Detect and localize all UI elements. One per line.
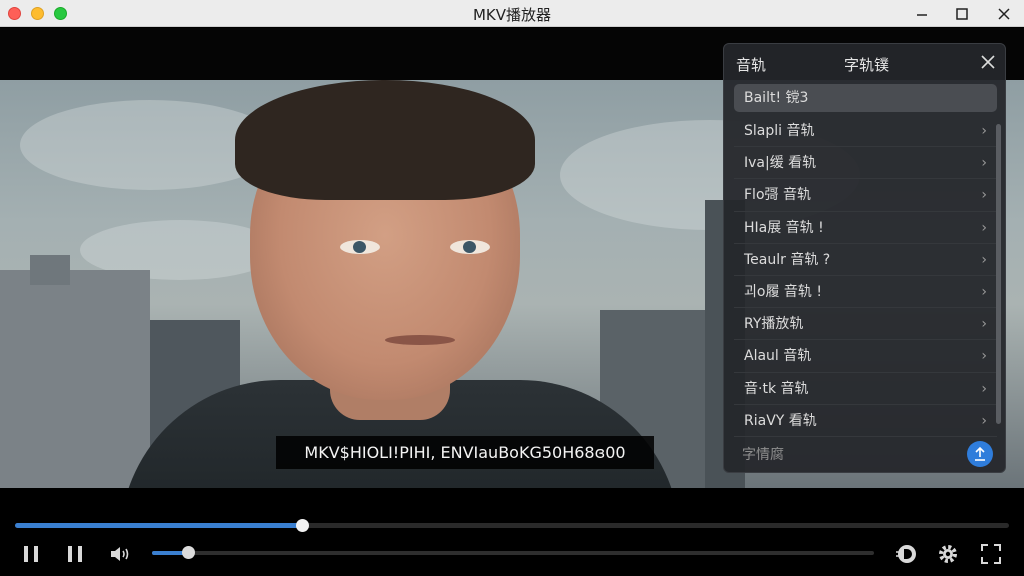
track-item[interactable]: RY播放轨 ›: [734, 308, 997, 341]
track-label: RiaVY 看轨: [744, 412, 817, 429]
track-item[interactable]: Bailt! 镋3: [734, 84, 997, 112]
player-controls: [0, 488, 1024, 576]
chevron-right-icon: ›: [981, 380, 987, 397]
track-item[interactable]: Slapli 音轨 ›: [734, 115, 997, 148]
upload-icon[interactable]: [967, 441, 993, 467]
track-item[interactable]: Alaul 音轨 ›: [734, 340, 997, 373]
chevron-right-icon: ›: [981, 412, 987, 429]
close-icon[interactable]: [994, 4, 1014, 24]
track-label: Iva|缓 看轨: [744, 155, 817, 172]
track-label: Slapli 音轨: [744, 123, 815, 139]
track-item[interactable]: RiaVY 看轨 ›: [734, 405, 997, 437]
pause-button[interactable]: [63, 542, 87, 566]
volume-handle[interactable]: [182, 546, 196, 559]
track-selection-panel: 音轨 字轨镤 Bailt! 镋3 Slapli 音轨 › Iva|缓 看轨 › Fl…: [723, 43, 1006, 473]
close-icon[interactable]: [976, 50, 1000, 74]
fullscreen-icon[interactable]: [979, 542, 1003, 566]
seek-bar[interactable]: [15, 519, 1009, 532]
track-list: Bailt! 镋3 Slapli 音轨 › Iva|缓 看轨 › Flo彁 音轨 › …: [734, 84, 997, 437]
track-label: 괴o履 音轨 !: [744, 283, 822, 300]
tab-subtitles[interactable]: 字轨镤: [844, 54, 889, 75]
tab-audio[interactable]: 音轨: [736, 54, 766, 75]
chevron-right-icon: ›: [981, 187, 987, 204]
track-label: 音·tk 音轨: [744, 380, 809, 397]
track-label: Bailt! 镋3: [744, 90, 809, 106]
window-title: MKV播放器: [472, 6, 552, 24]
track-label: Teaulr 音轨 ?: [744, 251, 831, 268]
track-label: Alaul 音轨: [744, 348, 812, 365]
chevron-right-icon: ›: [981, 283, 987, 300]
subtitle-footer-label: 字情腐: [742, 447, 784, 463]
track-label: HIa展 音轨 !: [744, 219, 824, 236]
minimize-icon[interactable]: [912, 4, 932, 24]
track-item[interactable]: Iva|缓 看轨 ›: [734, 147, 997, 180]
chevron-right-icon: ›: [981, 316, 987, 333]
chevron-right-icon: ›: [981, 348, 987, 365]
chevron-right-icon: ›: [981, 155, 987, 172]
track-item[interactable]: 괴o履 音轨 ! ›: [734, 276, 997, 309]
chevron-right-icon: ›: [981, 219, 987, 236]
track-item[interactable]: HIa展 音轨 ! ›: [734, 212, 997, 244]
seek-progress: [15, 523, 303, 528]
track-item[interactable]: Teaulr 音轨 ? ›: [734, 244, 997, 276]
subtitle-text: MKV$HIOLI!PIHI, ENVIauBoKG50H68ɞ00: [276, 436, 654, 469]
volume-icon[interactable]: [108, 542, 132, 566]
panel-scrollbar[interactable]: [996, 124, 1001, 424]
chevron-right-icon: ›: [981, 123, 987, 139]
track-label: Flo彁 音轨: [744, 187, 811, 204]
chevron-right-icon: ›: [981, 251, 987, 268]
title-bar: MKV播放器: [0, 0, 1024, 27]
track-item[interactable]: Flo彁 音轨 ›: [734, 179, 997, 212]
dolby-audio-icon[interactable]: [894, 542, 918, 566]
gear-icon[interactable]: [936, 542, 960, 566]
volume-slider[interactable]: [152, 546, 874, 559]
track-item[interactable]: 音·tk 音轨 ›: [734, 373, 997, 405]
track-label: RY播放轨: [744, 316, 804, 333]
maximize-icon[interactable]: [952, 4, 972, 24]
seek-handle[interactable]: [296, 519, 310, 532]
pause-icon[interactable]: [19, 542, 43, 566]
